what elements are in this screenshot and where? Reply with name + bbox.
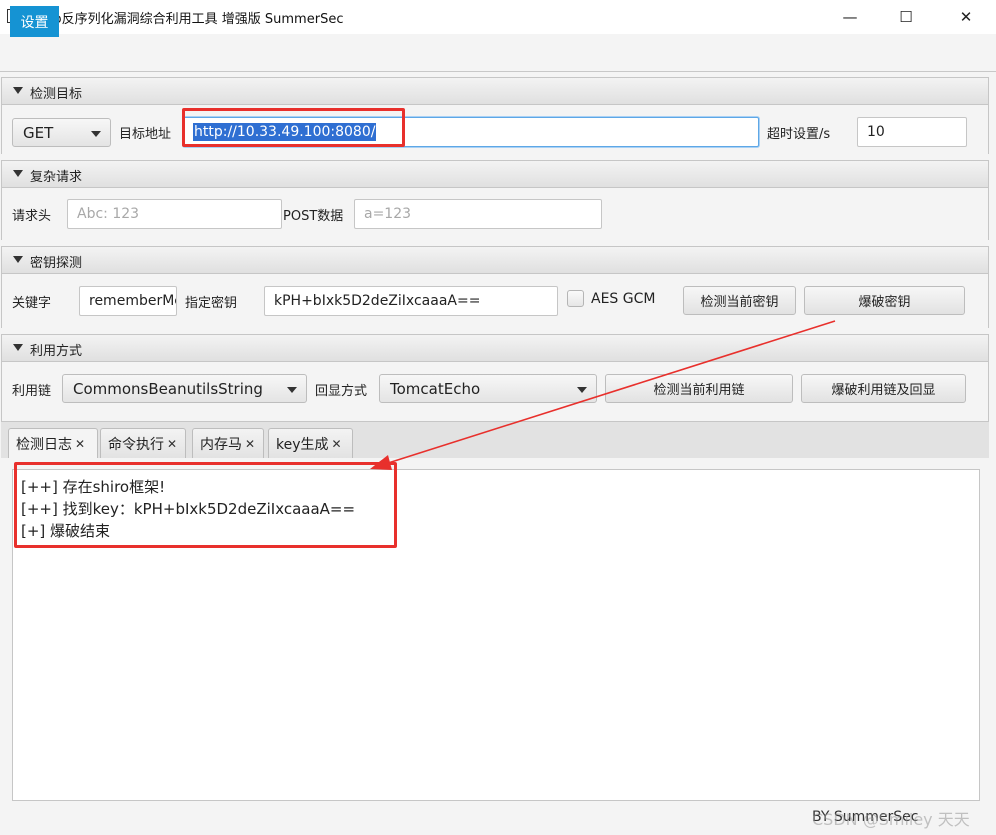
annotation-arrow-line [384,320,836,465]
annotation-arrow-head [370,455,392,470]
watermark: CSDN @Smiley 天天 [812,810,970,829]
annotation-arrow [370,320,836,470]
